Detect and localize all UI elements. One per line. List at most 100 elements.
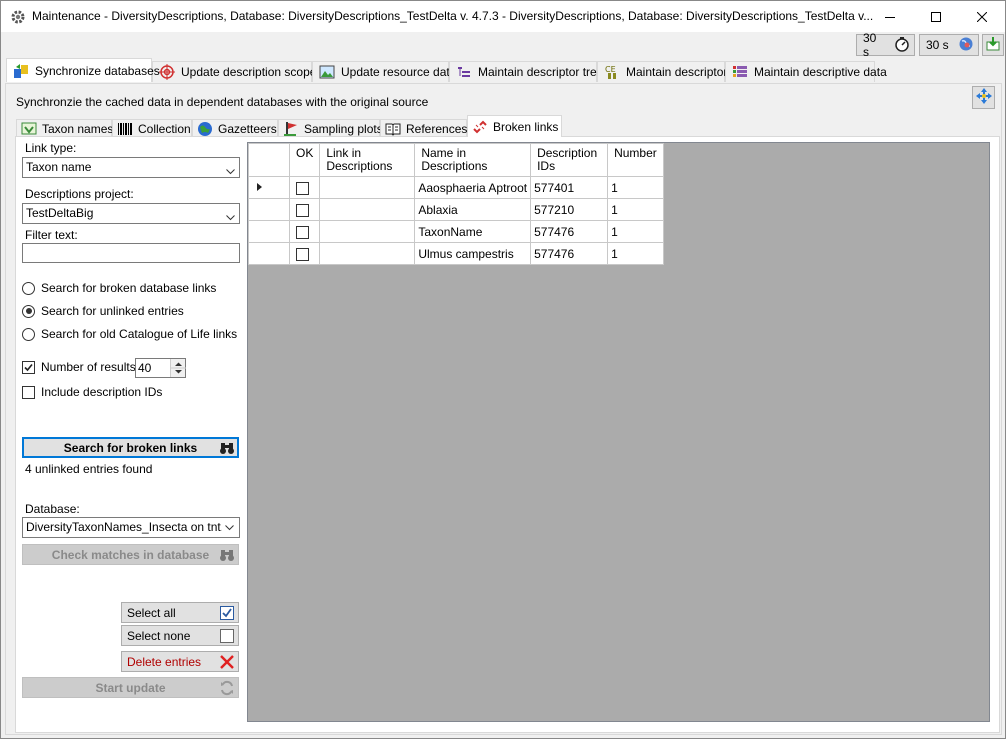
ok-cell[interactable] <box>288 198 321 221</box>
spin-buttons[interactable] <box>170 359 186 377</box>
ids-cell[interactable]: 577401 <box>530 176 609 199</box>
tab-update-resource-data[interactable]: Update resource data <box>312 61 456 82</box>
broken-links-grid[interactable]: OK Link in Descriptions Name in Descript… <box>247 142 990 722</box>
empty-box-icon <box>219 628 235 644</box>
radio-old-catalogue-links[interactable]: Search for old Catalogue of Life links <box>22 327 237 341</box>
select-all-button[interactable]: Select all <box>121 602 239 623</box>
checkbox[interactable] <box>22 385 35 399</box>
tab-label: Synchronize databases <box>35 63 160 78</box>
link-cell[interactable] <box>319 176 416 199</box>
tab-update-description-scopes[interactable]: Update description scopes <box>152 61 322 82</box>
column-header-number[interactable]: Number <box>607 143 664 177</box>
button-label: Search for broken links <box>63 440 198 455</box>
row-checkbox[interactable] <box>296 225 309 239</box>
radio-unlinked-entries[interactable]: Search for unlinked entries <box>22 304 184 318</box>
number-cell[interactable]: 1 <box>607 220 664 243</box>
link-type-value: Taxon name <box>26 160 92 174</box>
ids-cell[interactable]: 577476 <box>530 220 609 243</box>
ok-cell[interactable] <box>288 242 321 265</box>
table-row[interactable]: Aaosphaeria Aptroot 577401 1 <box>248 176 664 199</box>
column-header-ok[interactable]: OK <box>288 143 321 177</box>
radio-button[interactable] <box>22 327 35 341</box>
subtab-references[interactable]: References <box>380 119 467 137</box>
tab-maintain-descriptor-trees[interactable]: Maintain descriptor trees <box>449 61 609 82</box>
link-cell[interactable] <box>319 198 416 221</box>
row-header-corner <box>248 143 290 177</box>
move-arrows-icon <box>975 87 993 108</box>
check-matches-button[interactable]: Check matches in database <box>22 544 239 565</box>
data-grid-icon <box>732 64 748 80</box>
row-checkbox[interactable] <box>296 203 309 217</box>
number-cell[interactable]: 1 <box>607 242 664 265</box>
subtab-broken-links[interactable]: Broken links <box>467 115 562 137</box>
row-header[interactable] <box>248 220 290 243</box>
dock-button[interactable] <box>972 86 995 109</box>
close-button[interactable] <box>959 1 1005 32</box>
project-select[interactable]: TestDeltaBig <box>22 203 240 224</box>
column-header-ids[interactable]: Description IDs <box>530 143 609 177</box>
link-cell[interactable] <box>319 242 416 265</box>
search-broken-links-button[interactable]: Search for broken links <box>22 437 239 458</box>
column-header-link[interactable]: Link in Descriptions <box>319 143 416 177</box>
delete-entries-button[interactable]: Delete entries <box>121 651 239 672</box>
link-type-select[interactable]: Taxon name <box>22 157 240 178</box>
subtab-gazetteers[interactable]: Gazetteers <box>192 119 278 137</box>
project-value: TestDeltaBig <box>26 206 94 220</box>
globe-icon <box>958 36 974 55</box>
radio-broken-database-links[interactable]: Search for broken database links <box>22 281 216 295</box>
stepper-value: 40 <box>138 361 152 375</box>
subtab-taxon-names[interactable]: Taxon names <box>16 119 113 137</box>
row-checkbox[interactable] <box>296 181 309 195</box>
tab-label: Collection <box>138 121 191 136</box>
ids-cell[interactable]: 577476 <box>530 242 609 265</box>
database-select[interactable]: DiversityTaxonNames_Insecta on tnt.diver… <box>22 517 240 538</box>
row-checkbox[interactable] <box>296 247 309 261</box>
name-cell[interactable]: TaxonName <box>414 220 532 243</box>
filter-text-input[interactable] <box>22 243 240 263</box>
number-of-results-checkbox[interactable]: Number of results: <box>22 360 139 374</box>
tab-label: Maintain descriptors <box>626 65 734 79</box>
name-cell[interactable]: Aaosphaeria Aptroot <box>414 176 532 199</box>
include-ids-checkbox[interactable]: Include description IDs <box>22 385 162 399</box>
minimize-button[interactable] <box>867 1 913 32</box>
table-row[interactable]: TaxonName 577476 1 <box>248 220 664 243</box>
ok-cell[interactable] <box>288 176 321 199</box>
name-cell[interactable]: Ulmus campestris <box>414 242 532 265</box>
checkbox[interactable] <box>22 360 35 374</box>
table-row[interactable]: Ablaxia 577210 1 <box>248 198 664 221</box>
radio-button[interactable] <box>22 281 35 295</box>
select-none-button[interactable]: Select none <box>121 625 239 646</box>
button-label: Select all <box>127 605 176 620</box>
tab-label: Maintain descriptor trees <box>478 65 610 79</box>
number-cell[interactable]: 1 <box>607 176 664 199</box>
timer-button-1[interactable]: 30 s <box>856 31 915 59</box>
window-title: Maintenance - DiversityDescriptions, Dat… <box>32 9 874 23</box>
panel-description: Synchronzie the cached data in dependent… <box>16 95 429 109</box>
button-label: Start update <box>95 680 166 695</box>
link-type-label: Link type: <box>25 141 77 155</box>
link-cell[interactable] <box>319 220 416 243</box>
row-header[interactable] <box>248 198 290 221</box>
export-button[interactable] <box>982 34 1004 56</box>
row-header[interactable] <box>248 176 290 199</box>
number-of-results-stepper[interactable]: 40 <box>135 358 186 378</box>
timer-label: 30 s <box>863 31 877 59</box>
tab-synchronize-databases[interactable]: Synchronize databases <box>6 58 160 82</box>
tab-maintain-descriptive-data[interactable]: Maintain descriptive data <box>725 61 887 82</box>
subtab-collection[interactable]: Collection <box>112 119 192 137</box>
start-update-button[interactable]: Start update <box>22 677 239 698</box>
column-header-name[interactable]: Name in Descriptions <box>414 143 532 177</box>
radio-button[interactable] <box>22 304 35 318</box>
table-row[interactable]: Ulmus campestris 577476 1 <box>248 242 664 265</box>
ok-cell[interactable] <box>288 220 321 243</box>
timer-button-2[interactable]: 30 s <box>919 34 979 56</box>
subtab-sampling-plots[interactable]: Sampling plots <box>278 119 383 137</box>
tab-maintain-descriptors[interactable]: CE Maintain descriptors <box>597 61 733 82</box>
number-cell[interactable]: 1 <box>607 198 664 221</box>
maximize-button[interactable] <box>913 1 959 32</box>
name-cell[interactable]: Ablaxia <box>414 198 532 221</box>
globe-icon <box>197 121 213 137</box>
target-icon <box>159 64 175 80</box>
row-header[interactable] <box>248 242 290 265</box>
ids-cell[interactable]: 577210 <box>530 198 609 221</box>
